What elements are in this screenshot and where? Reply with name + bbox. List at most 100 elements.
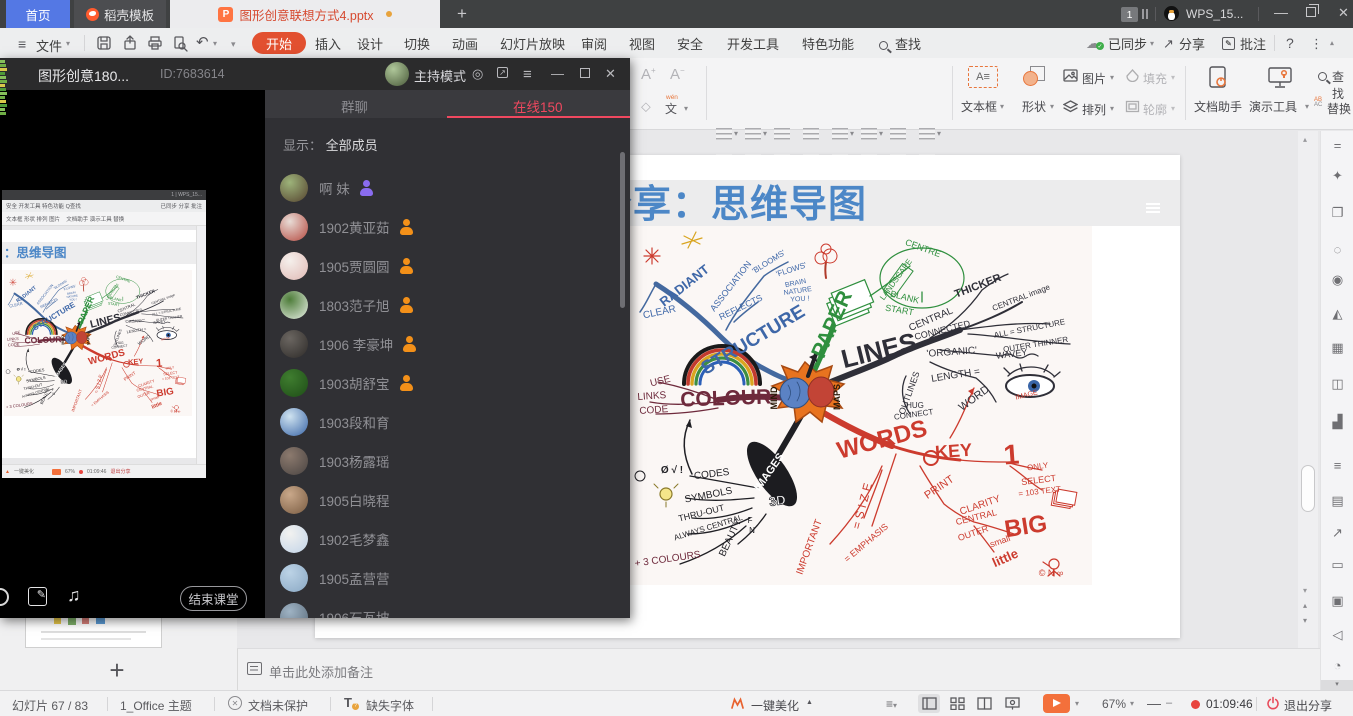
play-options-icon[interactable]: ▾ (1075, 699, 1079, 708)
paragraph-format-icon[interactable] (803, 126, 819, 140)
tab-docer[interactable]: 稻壳模板 (74, 0, 166, 28)
wordart-icon[interactable]: ◭ (1321, 306, 1353, 322)
widget-handle-icon[interactable] (1146, 203, 1160, 213)
undo-button[interactable]: ↶ (196, 33, 209, 51)
screen-share-preview[interactable]: 1 | WPS_15... 安全 开发工具 特色功能 Q查找已同步 分享 批注 … (2, 190, 206, 478)
paragraph-format-icon[interactable] (745, 126, 761, 140)
minimize-window-button[interactable]: — (1274, 4, 1288, 20)
zoom-level[interactable]: 67% (1102, 697, 1126, 711)
menu-icon[interactable]: ≡ (18, 36, 26, 52)
chevron-down-icon[interactable]: ▾ (937, 129, 941, 138)
ribbon-tab-view[interactable]: 视图 (629, 28, 655, 58)
view-slideshow-icon[interactable] (1005, 697, 1020, 710)
new-tab-button[interactable]: + (448, 0, 476, 28)
classroom-overlay-window[interactable]: 图形创意180... ID:7683614 主持模式 ◎ ↗ ≡ — ✕ 1 |… (0, 58, 630, 618)
ribbon-tab-design[interactable]: 设计 (357, 28, 383, 58)
close-overlay-button[interactable]: ✕ (605, 66, 616, 82)
member-row[interactable]: 1906石亙坡 (265, 597, 630, 618)
paragraph-format-icon[interactable] (774, 126, 790, 140)
paragraph-format-icon[interactable] (919, 126, 935, 140)
tab-group-chat[interactable]: 群聊 (341, 96, 368, 116)
ribbon-tab-insert[interactable]: 插入 (315, 28, 341, 58)
more-commands-icon[interactable]: ▾ (231, 39, 236, 50)
ribbon-tab-slideshow[interactable]: 幻灯片放映 (500, 28, 565, 58)
increase-font-icon[interactable]: A+ (641, 66, 656, 83)
account-name[interactable]: WPS_15... (1186, 7, 1243, 21)
file-menu[interactable]: 文件 (36, 36, 62, 55)
chevron-down-icon[interactable]: ▾ (850, 129, 854, 138)
scrollbar-thumb[interactable] (1301, 465, 1315, 512)
member-row[interactable]: 啊 妹 (265, 168, 630, 207)
insert-circle-icon[interactable]: ◌ (1321, 242, 1353, 257)
chevron-down-icon[interactable]: ▾ (1000, 102, 1004, 111)
present-tools-button[interactable]: 演示工具 (1249, 98, 1297, 115)
eraser-icon[interactable]: ⬦ (641, 98, 651, 115)
decrease-font-icon[interactable]: A− (670, 66, 685, 83)
music-icon[interactable]: ♫ (67, 585, 81, 606)
ribbon-tab-review[interactable]: 审阅 (581, 28, 607, 58)
chevron-down-icon[interactable]: ▾ (1305, 102, 1309, 111)
member-row[interactable]: 1903杨露瑶 (265, 441, 630, 480)
picture-button[interactable]: 图片 (1082, 70, 1106, 87)
theme-name[interactable]: 1_Office 主题 (120, 697, 192, 714)
taskbar-badge[interactable]: 1 (1121, 7, 1138, 22)
maximize-overlay-button[interactable] (580, 68, 590, 78)
scroll-down-icon[interactable]: ▾ (1303, 586, 1307, 595)
zoom-dropdown-icon[interactable]: ▾ (1130, 699, 1134, 708)
paragraph-format-icon[interactable] (716, 126, 732, 140)
chevron-down-icon[interactable]: ▾ (1110, 73, 1114, 82)
slide-counter[interactable]: 幻灯片 67 / 83 (12, 697, 88, 714)
minimize-overlay-button[interactable]: — (551, 66, 564, 81)
qq-penguin-icon[interactable] (1164, 6, 1179, 21)
paragraph-format-icon[interactable] (890, 126, 906, 140)
next-slide-button[interactable]: ▾ (1303, 616, 1307, 625)
chevron-down-icon[interactable]: ▾ (734, 129, 738, 138)
end-class-button[interactable]: 结束课堂 (180, 586, 247, 611)
beautify-button[interactable]: 一键美化 (751, 697, 799, 714)
vertical-scrollbar[interactable]: ▴ ▾ ▴ ▾ (1298, 131, 1318, 648)
member-list[interactable]: 啊 妹1902黄亚茹1905贾圆圆1803范子旭1906 李豪坤1903胡舒宝1… (265, 168, 630, 618)
textbox-button[interactable]: 文本框 (961, 98, 997, 115)
ribbon-tab-animation[interactable]: 动画 (452, 28, 478, 58)
beautify-expand-icon[interactable]: ▲ (806, 699, 813, 706)
view-sorter-icon[interactable] (950, 697, 965, 710)
chart-icon[interactable]: ▟ (1321, 414, 1353, 430)
ribbon-tab-start[interactable]: 开始 (252, 32, 306, 54)
drag-handle-icon[interactable]: = (1321, 138, 1353, 153)
play-slideshow-button[interactable] (1043, 694, 1070, 713)
member-row[interactable]: 1902毛梦鑫 (265, 519, 630, 558)
partial-tool-icon[interactable] (0, 588, 9, 606)
member-row[interactable]: 1903胡舒宝 (265, 363, 630, 402)
slide-title[interactable]: 分享：思维导图 (594, 173, 867, 228)
collapse-ribbon-icon[interactable]: ▾ (1330, 39, 1334, 48)
fill-button[interactable]: 填充 (1143, 70, 1167, 87)
export-button[interactable] (122, 35, 138, 51)
find-button[interactable]: 查找 (895, 28, 921, 58)
chevron-down-icon[interactable]: ▾ (763, 129, 767, 138)
outline-button[interactable]: 轮廓 (1143, 101, 1167, 118)
scroll-up-icon[interactable]: ▴ (1303, 135, 1307, 144)
print-preview-button[interactable] (172, 35, 189, 52)
gallery-icon[interactable]: ▤ (1321, 493, 1353, 509)
undo-dropdown[interactable]: ▾ (213, 39, 217, 48)
medal-icon[interactable]: ◉ (1321, 272, 1353, 288)
export-icon[interactable]: ↗ (1321, 525, 1353, 541)
settings-icon[interactable]: ◎ (472, 66, 483, 82)
arrange-button[interactable]: 排列 (1082, 101, 1106, 118)
search-icon[interactable] (879, 41, 888, 50)
clock-icon[interactable]: ◔ (1321, 658, 1353, 673)
ribbon-tab-features[interactable]: 特色功能 (802, 28, 854, 58)
chevron-down-icon[interactable]: ▾ (1050, 102, 1054, 111)
adjust-icon[interactable]: ≡ (1321, 458, 1353, 473)
popout-icon[interactable]: ↗ (497, 67, 508, 78)
member-row[interactable]: 1803范子旭 (265, 285, 630, 324)
zoom-slider-handle[interactable]: – (1166, 697, 1172, 709)
shape-button[interactable]: 形状 (1022, 98, 1046, 115)
menu-icon[interactable]: ≡ (523, 66, 532, 83)
audio-icon[interactable]: ◁ (1321, 627, 1353, 643)
notes-bar[interactable]: 单击此处添加备注 (237, 648, 1320, 690)
member-filter[interactable]: 显示： 全部成员 (283, 135, 378, 154)
print-button[interactable] (147, 35, 163, 51)
host-mode-label[interactable]: 主持模式 (414, 66, 466, 85)
synced-status[interactable]: 已同步 (1108, 28, 1147, 58)
